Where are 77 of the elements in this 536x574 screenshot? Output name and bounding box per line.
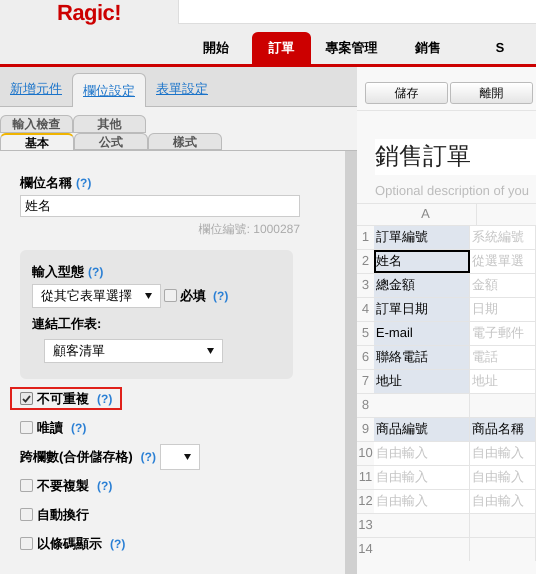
row-number: 4 [360, 300, 370, 318]
form-description: Optional description of you [375, 182, 530, 200]
nav-tab[interactable]: 銷售 [392, 32, 464, 64]
field-label: 欄位名稱 [20, 174, 72, 192]
sub-tab[interactable]: 樣式 [148, 133, 222, 150]
sub-tab[interactable]: 基本 [0, 133, 74, 150]
caret-icon [207, 348, 214, 354]
form-title: 銷售訂單 [375, 139, 536, 175]
row-number: 10 [357, 444, 374, 462]
panel-tab[interactable]: 表單設定 [146, 72, 218, 106]
logo[interactable]: Ragic! [57, 2, 121, 24]
dropdown[interactable]: 從其它表單選擇 [32, 284, 161, 308]
nav-tab[interactable]: S [464, 32, 536, 64]
sheet-cell[interactable]: 商品編號 [374, 418, 470, 440]
input-field[interactable]: 姓名 [20, 194, 300, 216]
sub-tab[interactable]: 其他 [73, 115, 146, 133]
checkbox[interactable] [164, 289, 177, 302]
sheet-cell[interactable]: 地址 [374, 370, 470, 392]
sheet-cell[interactable]: 訂單日期 [374, 298, 470, 320]
sheet-cell[interactable]: 聯絡電話 [374, 346, 470, 368]
row-number: 11 [358, 468, 374, 486]
help-link[interactable]: (?) [140, 448, 156, 466]
checkmark-icon [22, 394, 31, 402]
help-link[interactable]: (?) [110, 534, 126, 552]
panel-tab[interactable]: 新增元件 [0, 72, 72, 106]
caret-icon [145, 292, 152, 298]
option-label: 跨欄數(合併儲存格) [20, 448, 133, 466]
nav-tab[interactable]: 訂單 [252, 32, 311, 64]
option-label: 以條碼顯示 [37, 534, 102, 553]
panel-tab[interactable]: 欄位設定 [72, 73, 146, 107]
checkbox[interactable] [20, 479, 33, 492]
caret-icon [184, 454, 191, 460]
checkbox[interactable] [20, 421, 33, 434]
scrollbar[interactable] [345, 151, 357, 574]
sub-tab[interactable]: 公式 [74, 133, 148, 150]
option-label: 不可重複 [37, 390, 89, 408]
toolbar-button[interactable]: 離開 [450, 82, 533, 104]
option-label: 自動換行 [37, 506, 89, 524]
field-label: 連結工作表: [32, 316, 102, 330]
dropdown[interactable] [160, 444, 200, 470]
help-link[interactable]: (?) [97, 476, 112, 494]
option-label: 不要複製 [37, 476, 89, 495]
row-number: 9 [360, 420, 370, 438]
sub-tab[interactable]: 輸入檢查 [0, 115, 73, 133]
sheet-cell[interactable]: 姓名 [374, 250, 470, 272]
help-link[interactable]: (?) [88, 262, 104, 281]
row-number: 5 [360, 324, 370, 342]
field-id: 欄位編號: 1000287 [198, 222, 300, 236]
row-number: 3 [360, 276, 370, 294]
row-number: 1 [360, 228, 370, 246]
top-field[interactable] [178, 0, 536, 24]
sheet-cell[interactable]: 商品名稱 [470, 418, 536, 440]
row-number: 13 [357, 516, 374, 534]
sheet-cell[interactable]: E-mail [374, 322, 470, 344]
dropdown[interactable]: 顧客清單 [44, 339, 223, 363]
row-number: 12 [357, 492, 374, 510]
field-label: 輸入型態 [32, 263, 84, 281]
option-label: 唯讀 [37, 418, 63, 437]
row-number: 6 [360, 348, 370, 366]
checkbox[interactable] [20, 392, 33, 405]
help-link[interactable]: (?) [97, 390, 112, 408]
checkbox[interactable] [20, 537, 33, 550]
nav-tab[interactable]: 專案管理 [310, 32, 392, 64]
help-link[interactable]: (?) [213, 286, 228, 304]
column-header[interactable]: A [375, 204, 477, 224]
checkbox-label: 必填 [180, 286, 206, 305]
help-link[interactable]: (?) [71, 418, 86, 436]
row-number: 2 [360, 252, 370, 270]
sheet-cell[interactable]: 總金額 [374, 274, 470, 296]
row-number: 7 [360, 372, 370, 390]
nav-tab[interactable]: 開始 [180, 32, 252, 64]
row-number: 8 [360, 396, 370, 414]
row-number: 14 [357, 540, 374, 558]
sheet-cell[interactable]: 訂單編號 [374, 226, 470, 248]
toolbar-button[interactable]: 儲存 [365, 82, 448, 104]
help-link[interactable]: (?) [76, 174, 92, 192]
checkbox[interactable] [20, 508, 33, 521]
